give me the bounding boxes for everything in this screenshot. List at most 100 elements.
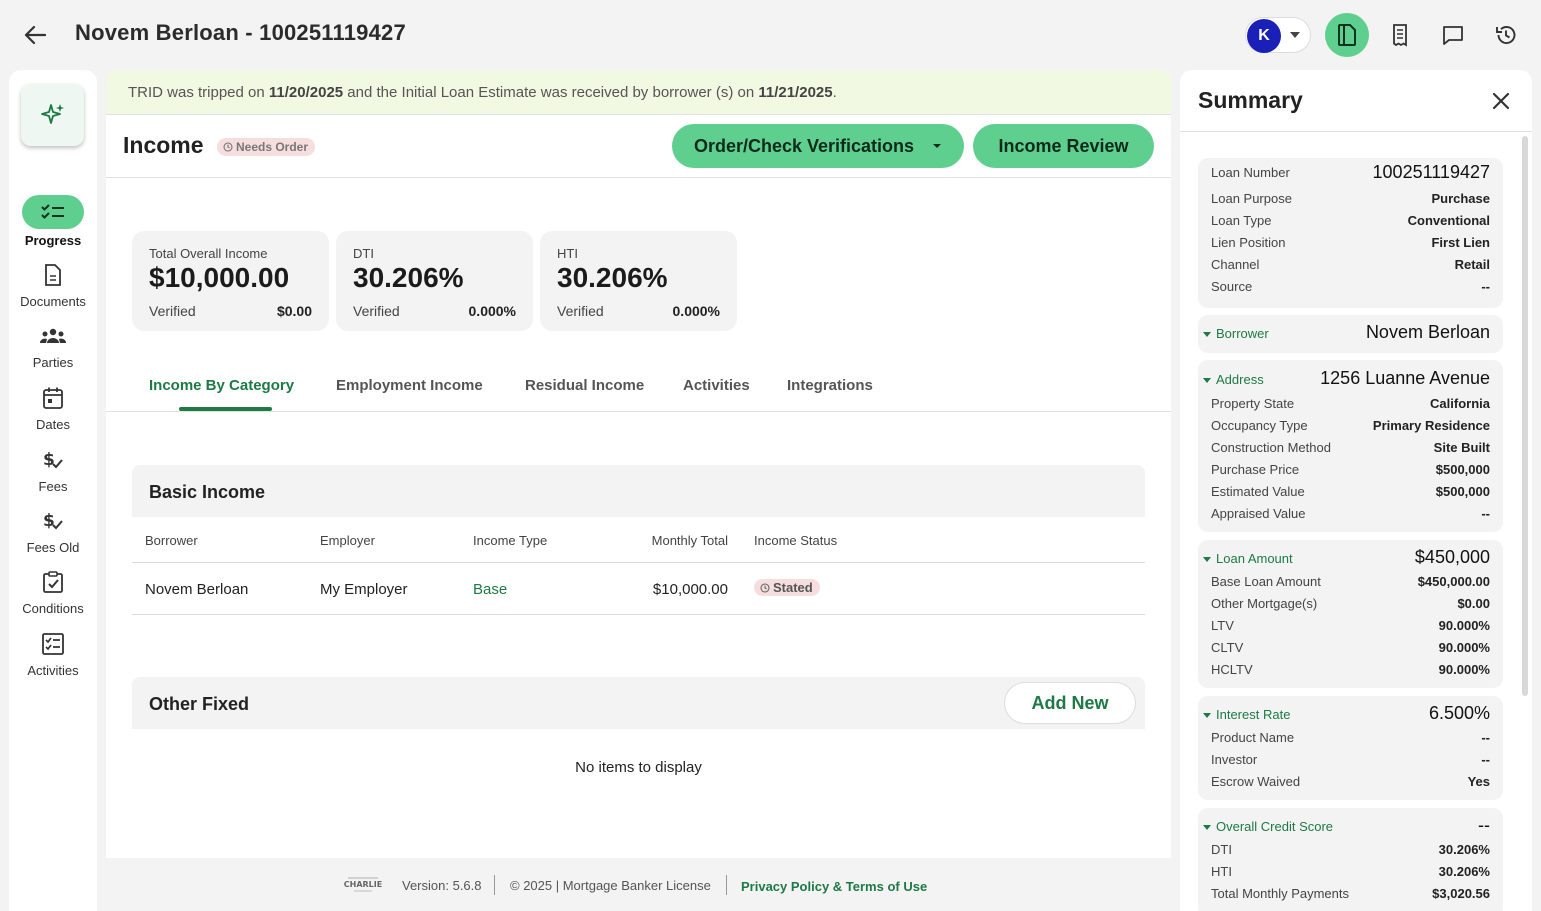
nav-item-dates[interactable]: Dates	[9, 383, 97, 432]
summary-borrower-card: Borrower Novem Berloan	[1198, 315, 1503, 353]
tab-integrations[interactable]: Integrations	[787, 377, 873, 394]
nav-item-fees-old[interactable]: $ Fees Old	[9, 506, 97, 555]
trid-banner: TRID was tripped on 11/20/2025 and the I…	[106, 70, 1171, 115]
dollar-check-icon: $	[9, 445, 97, 475]
nav-item-conditions[interactable]: Conditions	[9, 567, 97, 616]
chevron-down-icon	[1290, 32, 1300, 38]
receipt-icon[interactable]	[1378, 13, 1422, 57]
charlie-logo: CHARLIE	[338, 874, 388, 896]
order-verifications-button[interactable]: Order/Check Verifications	[672, 124, 964, 168]
cell-employer: My Employer	[320, 581, 408, 598]
summary-panel: Summary Loan Number 100251119427 Loan Pur…	[1180, 70, 1532, 911]
column-header[interactable]: Employer	[320, 533, 375, 548]
summary-loan-amount-toggle[interactable]: Loan Amount $450,000	[1198, 545, 1503, 571]
summary-title: Summary	[1198, 87, 1303, 113]
dollar-check-icon: $	[9, 506, 97, 536]
tab-employment-income[interactable]: Employment Income	[336, 377, 483, 394]
summary-address-card: Address 1256 Luanne Avenue Property Stat…	[1198, 360, 1503, 532]
checklist-icon	[22, 195, 84, 229]
summary-row: Source --	[1211, 279, 1490, 294]
column-header[interactable]: Monthly Total	[652, 533, 728, 548]
tab-income-by-category[interactable]: Income By Category	[149, 377, 294, 394]
trid-received-date: 11/21/2025	[758, 84, 833, 101]
top-bar: Novem Berloan - 100251119427 K	[0, 0, 1541, 68]
table-row[interactable]: Novem Berloan My Employer Base $10,000.0…	[132, 563, 1145, 615]
summary-row: Total Monthly Payments $3,020.56	[1211, 886, 1490, 901]
status-badge: Stated	[754, 579, 820, 596]
summary-row: Appraised Value --	[1211, 506, 1490, 521]
status-badge: Needs Order	[217, 138, 316, 156]
summary-row: HCLTV 90.000%	[1211, 662, 1490, 677]
add-new-button[interactable]: Add New	[1004, 682, 1136, 724]
summary-row: Purchase Price $500,000	[1211, 462, 1490, 477]
sparkle-icon	[40, 104, 64, 124]
summary-row: Investor --	[1211, 752, 1490, 767]
summary-row: Occupancy Type Primary Residence	[1211, 418, 1490, 433]
section-title: Income	[123, 132, 204, 158]
task-list-icon	[9, 629, 97, 659]
cell-borrower: Novem Berloan	[145, 581, 249, 598]
summary-row: Property State California	[1211, 396, 1490, 411]
main-panel: TRID was tripped on 11/20/2025 and the I…	[106, 70, 1171, 858]
summary-credit-card: Overall Credit Score -- DTI 30.206% HTI 30…	[1198, 808, 1503, 911]
stat-card-hti: HTI 30.206% Verified 0.000%	[540, 231, 737, 331]
income-review-button[interactable]: Income Review	[973, 124, 1154, 168]
caret-down-icon	[1203, 713, 1211, 718]
column-header[interactable]: Income Type	[473, 533, 547, 548]
summary-row: Estimated Value $500,000	[1211, 484, 1490, 499]
ai-sparkle-button[interactable]	[21, 84, 84, 146]
nav-item-documents[interactable]: Documents	[9, 260, 97, 309]
nav-item-activities[interactable]: Activities	[9, 629, 97, 678]
clipboard-check-icon	[9, 567, 97, 597]
nav-item-progress[interactable]: Progress	[9, 195, 97, 248]
column-header[interactable]: Borrower	[145, 533, 198, 548]
divider	[494, 875, 495, 895]
history-icon[interactable]	[1484, 13, 1528, 57]
summary-row: DTI 30.206%	[1211, 842, 1490, 857]
nav-item-parties[interactable]: Parties	[9, 321, 97, 370]
caret-down-icon	[1203, 557, 1211, 562]
loan-summary-icon[interactable]	[1325, 13, 1369, 57]
avatar: K	[1247, 19, 1281, 53]
nav-label: Progress	[24, 233, 82, 248]
page-title: Novem Berloan - 100251119427	[75, 20, 406, 45]
empty-message: No items to display	[575, 759, 702, 776]
summary-loan-amount-card: Loan Amount $450,000 Base Loan Amount $45…	[1198, 540, 1503, 688]
calendar-icon	[9, 383, 97, 413]
summary-row: Other Mortgage(s) $0.00	[1211, 596, 1490, 611]
user-menu[interactable]: K	[1245, 17, 1311, 53]
left-nav: Progress Documents Parties Dates $ Fees …	[9, 70, 97, 911]
column-header[interactable]: Income Status	[754, 533, 837, 548]
divider	[726, 875, 727, 895]
clock-icon	[223, 142, 233, 152]
scrollbar[interactable]	[1522, 136, 1528, 696]
copyright-text: © 2025 | Mortgage Banker License	[510, 878, 711, 893]
summary-borrower-toggle[interactable]: Borrower Novem Berloan	[1198, 320, 1503, 346]
summary-loan-card: Loan Number 100251119427 Loan Purpose Purc…	[1198, 158, 1503, 308]
tab-activities[interactable]: Activities	[683, 377, 750, 394]
chevron-down-icon	[933, 144, 942, 148]
cell-income-type-link[interactable]: Base	[473, 581, 507, 598]
summary-row: Loan Number 100251119427	[1211, 162, 1490, 182]
chat-icon[interactable]	[1431, 13, 1475, 57]
cell-monthly-total: $10,000.00	[652, 581, 728, 598]
nav-item-fees[interactable]: $ Fees	[9, 445, 97, 494]
tab-residual-income[interactable]: Residual Income	[525, 377, 644, 394]
summary-row: Lien Position First Lien	[1211, 235, 1490, 250]
caret-down-icon	[1203, 332, 1211, 337]
summary-row: Construction Method Site Built	[1211, 440, 1490, 455]
back-arrow-icon[interactable]	[22, 22, 48, 48]
trid-tripped-date: 11/20/2025	[268, 84, 344, 101]
summary-interest-rate-toggle[interactable]: Interest Rate 6.500%	[1198, 701, 1503, 727]
version-text: Version: 5.6.8	[402, 878, 482, 893]
privacy-link[interactable]: Privacy Policy & Terms of Use	[741, 879, 927, 894]
summary-address-toggle[interactable]: Address 1256 Luanne Avenue	[1198, 366, 1503, 392]
summary-row: Base Loan Amount $450,000.00	[1211, 574, 1490, 589]
caret-down-icon	[1203, 378, 1211, 383]
summary-row: Escrow Waived Yes	[1211, 774, 1490, 789]
stat-card-total-income: Total Overall Income $10,000.00 Verified…	[132, 231, 329, 331]
divider	[1180, 131, 1532, 132]
summary-credit-toggle[interactable]: Overall Credit Score --	[1198, 813, 1503, 839]
close-icon[interactable]	[1488, 88, 1514, 114]
summary-row: HTI 30.206%	[1211, 864, 1490, 879]
